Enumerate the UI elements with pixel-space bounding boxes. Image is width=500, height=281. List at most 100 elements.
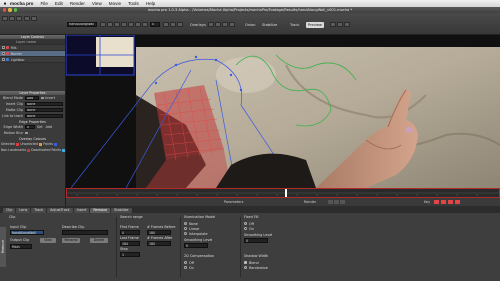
link-icon[interactable]	[330, 22, 336, 27]
rename-button[interactable]: Rename	[62, 237, 80, 243]
color-toggle-icon[interactable]	[229, 22, 235, 27]
stabilize-label[interactable]: Stabilize	[262, 23, 277, 27]
menu-edit[interactable]: Edit	[55, 1, 63, 6]
add-key-icon[interactable]	[434, 199, 439, 204]
magnet-icon[interactable]	[142, 22, 148, 27]
menu-movie[interactable]: Movie	[109, 1, 121, 6]
layer-list-empty-area	[0, 63, 65, 91]
menu-view[interactable]: View	[92, 1, 102, 6]
illum-interp-radio[interactable]	[184, 232, 187, 235]
points-colour-swatch[interactable]	[54, 142, 58, 146]
xspline-tool-icon[interactable]	[121, 22, 127, 27]
menu-app[interactable]: mocha pro	[10, 1, 33, 6]
fixed-smoothing-label: Smoothing Level	[244, 233, 273, 237]
layer-color-dot[interactable]	[6, 46, 9, 49]
last-frame-field[interactable]: 184	[120, 241, 140, 246]
frame-field[interactable]: 0	[150, 22, 160, 27]
edge-width-field[interactable]: 0	[25, 125, 35, 129]
zoom-icon[interactable]	[100, 22, 106, 27]
first-frame-field[interactable]: 0	[120, 230, 140, 235]
invert-checkbox[interactable]	[41, 96, 44, 100]
vertical-remove-tab[interactable]: Remove	[0, 227, 6, 267]
visibility-checkbox[interactable]	[2, 46, 5, 49]
layer-color-dot[interactable]	[6, 58, 9, 61]
selected-colour-swatch[interactable]	[16, 142, 20, 146]
clip-select[interactable]: handAlongWall	[67, 22, 97, 27]
motion-blur-checkbox[interactable]	[25, 131, 28, 135]
smoothing-field[interactable]: 0	[184, 243, 208, 248]
surface-icon[interactable]	[163, 22, 169, 27]
illum-linear-radio[interactable]	[184, 227, 187, 230]
visibility-checkbox[interactable]	[2, 52, 5, 55]
fixed-off-radio[interactable]	[244, 222, 247, 225]
matte-toggle-icon[interactable]	[215, 22, 221, 27]
layer-toggle-icon[interactable]	[222, 22, 228, 27]
insert-clip-select[interactable]: None	[25, 102, 63, 106]
illum-none-radio[interactable]	[184, 222, 187, 225]
shadow-width-label: Shadow Width	[244, 254, 269, 258]
step-field[interactable]: 1	[120, 252, 140, 257]
select-tool-icon[interactable]	[114, 22, 120, 27]
delete-button[interactable]: Delete	[90, 237, 108, 243]
delete-key-icon[interactable]	[441, 199, 446, 204]
menu-file[interactable]: File	[40, 1, 47, 6]
new-project-icon[interactable]	[2, 16, 8, 21]
track-options-icon[interactable]	[337, 22, 343, 27]
traceback-icon[interactable]	[177, 22, 183, 27]
frames-before-field[interactable]: 180	[147, 230, 171, 235]
frames-after-field[interactable]: 180	[147, 241, 171, 246]
add-point-icon[interactable]	[135, 22, 141, 27]
fixed-smoothing-field[interactable]: 0	[244, 238, 268, 243]
blend-mode-select[interactable]: Add	[25, 96, 39, 100]
zoom-off-radio[interactable]	[184, 261, 187, 264]
timeline-ruler[interactable]	[67, 189, 499, 197]
input-clip-select[interactable]: handAlongWall	[10, 230, 44, 235]
add-edge-button[interactable]: Add	[46, 125, 53, 129]
menu-help[interactable]: Help	[146, 1, 155, 6]
next-key-icon[interactable]	[455, 199, 460, 204]
view-button[interactable]: View	[40, 237, 56, 243]
close-window-button[interactable]	[3, 8, 7, 12]
overlays-label[interactable]: Overlays	[190, 23, 206, 27]
playhead[interactable]	[285, 189, 287, 197]
unselected-colour-swatch[interactable]	[39, 142, 43, 146]
matte-clip-select[interactable]: None	[25, 108, 63, 112]
link-track-select[interactable]: None	[25, 114, 63, 118]
layer-name: fills	[10, 45, 17, 50]
save-project-icon[interactable]	[16, 16, 22, 21]
settings-icon[interactable]	[344, 22, 350, 27]
set-edge-button[interactable]: Set	[37, 125, 43, 129]
deactivated-colour-swatch[interactable]	[62, 148, 65, 152]
zoom-on-radio[interactable]	[184, 266, 187, 269]
menu-render[interactable]: Render	[70, 1, 85, 6]
stop-icon[interactable]	[340, 199, 345, 204]
blend-checkbox[interactable]	[244, 261, 247, 264]
visibility-checkbox[interactable]	[2, 58, 5, 61]
pan-icon[interactable]	[107, 22, 113, 27]
describe-clip-field[interactable]	[62, 230, 108, 235]
prev-key-icon[interactable]	[448, 199, 453, 204]
menu-tools[interactable]: Tools	[128, 1, 139, 6]
onion-label[interactable]: Onion	[245, 23, 256, 27]
minimize-window-button[interactable]	[8, 8, 12, 12]
zoom-window-button[interactable]	[13, 8, 18, 12]
layer-color-dot[interactable]	[6, 52, 9, 55]
timeline-bar[interactable]	[66, 188, 500, 198]
play-backward-icon[interactable]	[328, 199, 333, 204]
track-label[interactable]: Track	[290, 23, 299, 27]
undo-icon[interactable]	[24, 16, 30, 21]
nonlandmark-colour-swatch[interactable]	[27, 148, 30, 152]
open-project-icon[interactable]	[9, 16, 15, 21]
play-forward-icon[interactable]	[334, 199, 339, 204]
apple-icon[interactable]: ●	[0, 1, 10, 7]
preview-button[interactable]: Preview	[306, 21, 324, 28]
fixed-on-radio[interactable]	[244, 227, 247, 230]
randomize-radio[interactable]	[244, 266, 247, 269]
grid-icon[interactable]	[170, 22, 176, 27]
viewer-canvas[interactable]	[66, 35, 500, 188]
redo-icon[interactable]	[31, 16, 37, 21]
bezier-tool-icon[interactable]	[128, 22, 134, 27]
overlay-toggle-icon[interactable]	[208, 22, 214, 27]
render-label[interactable]: Render	[304, 200, 316, 204]
output-clip-select[interactable]: Main	[10, 244, 32, 249]
